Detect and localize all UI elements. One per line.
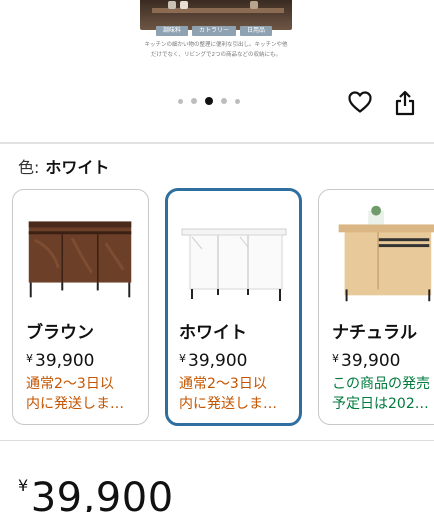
shipping-line: 予定日は202…: [332, 396, 429, 412]
share-button[interactable]: [394, 90, 416, 116]
shipping-info: 通常2～3日以 内に発送しま…: [179, 374, 297, 414]
price-amount: 39,900: [188, 351, 248, 371]
shipping-info: この商品の発売 予定日は202…: [332, 374, 434, 414]
photo-tag: カトラリー: [192, 26, 237, 36]
photo-tags: 調味料 カトラリー 日用品: [156, 26, 273, 36]
pager-dot-active[interactable]: [205, 97, 213, 105]
white-cabinet-image: [181, 228, 287, 301]
shipping-line: 内に発送しま…: [179, 396, 277, 412]
currency-symbol: ¥: [179, 352, 186, 365]
option-price: ¥39,900: [332, 348, 400, 372]
pager-dot[interactable]: [191, 98, 197, 104]
photo-caption-line: だけでなく、リビングで2つの商品などの収納にも。: [150, 52, 281, 58]
natural-cabinet-image: [338, 205, 434, 302]
pager-dot[interactable]: [178, 98, 183, 104]
brown-cabinet-image: [28, 221, 132, 298]
favorite-button[interactable]: [347, 90, 373, 114]
pager-dot[interactable]: [221, 98, 227, 104]
shipping-info: 通常2～3日以 内に発送しま…: [26, 374, 144, 414]
currency-symbol: ¥: [26, 352, 33, 365]
photo-jar: [180, 1, 188, 9]
shipping-line: 通常2～3日以: [26, 376, 114, 392]
section-divider: [0, 440, 434, 441]
color-selector-header: 色: ホワイト: [18, 157, 109, 179]
shipping-line: この商品の発売: [332, 376, 430, 392]
section-divider: [0, 142, 434, 144]
color-label: 色:: [18, 158, 40, 177]
heart-icon: [348, 91, 372, 113]
product-price: ¥39,900: [18, 462, 174, 512]
pager-dot[interactable]: [235, 98, 240, 104]
price-amount: 39,900: [341, 351, 401, 371]
product-image-gallery[interactable]: 調味料 カトラリー 日用品 キッチンの細かい物の整理に便利な引出し。キッチンや他…: [0, 0, 434, 88]
price-amount: 39,900: [30, 475, 174, 512]
photo-caption: キッチンの細かい物の整理に便利な引出し。キッチンや他 だけでなく、リビングで2つ…: [140, 40, 292, 60]
color-options: ブラウン ¥39,900 通常2～3日以 内に発送しま… ホワイト ¥39,90…: [0, 188, 434, 427]
option-name: ホワイト: [179, 323, 247, 343]
option-name: ブラウン: [26, 323, 94, 343]
color-option-brown[interactable]: ブラウン ¥39,900 通常2～3日以 内に発送しま…: [12, 189, 149, 425]
photo-tag: 調味料: [156, 26, 189, 36]
image-pager[interactable]: [178, 97, 240, 105]
shipping-line: 内に発送しま…: [26, 396, 124, 412]
currency-symbol: ¥: [332, 352, 339, 365]
photo-jar: [250, 1, 258, 9]
selected-color: ホワイト: [45, 158, 110, 177]
option-price: ¥39,900: [26, 348, 94, 372]
currency-symbol: ¥: [18, 476, 29, 495]
color-option-white[interactable]: ホワイト ¥39,900 通常2～3日以 内に発送しま…: [165, 188, 302, 426]
option-price: ¥39,900: [179, 348, 247, 372]
photo-jar: [168, 1, 176, 9]
price-amount: 39,900: [35, 351, 95, 371]
photo-tag: 日用品: [240, 26, 273, 36]
share-icon: [395, 90, 415, 116]
option-name: ナチュラル: [332, 323, 417, 343]
color-option-natural[interactable]: ナチュラル ¥39,900 この商品の発売 予定日は202…: [318, 189, 434, 425]
photo-caption-line: キッチンの細かい物の整理に便利な引出し。キッチンや他: [144, 42, 288, 48]
shipping-line: 通常2～3日以: [179, 376, 267, 392]
